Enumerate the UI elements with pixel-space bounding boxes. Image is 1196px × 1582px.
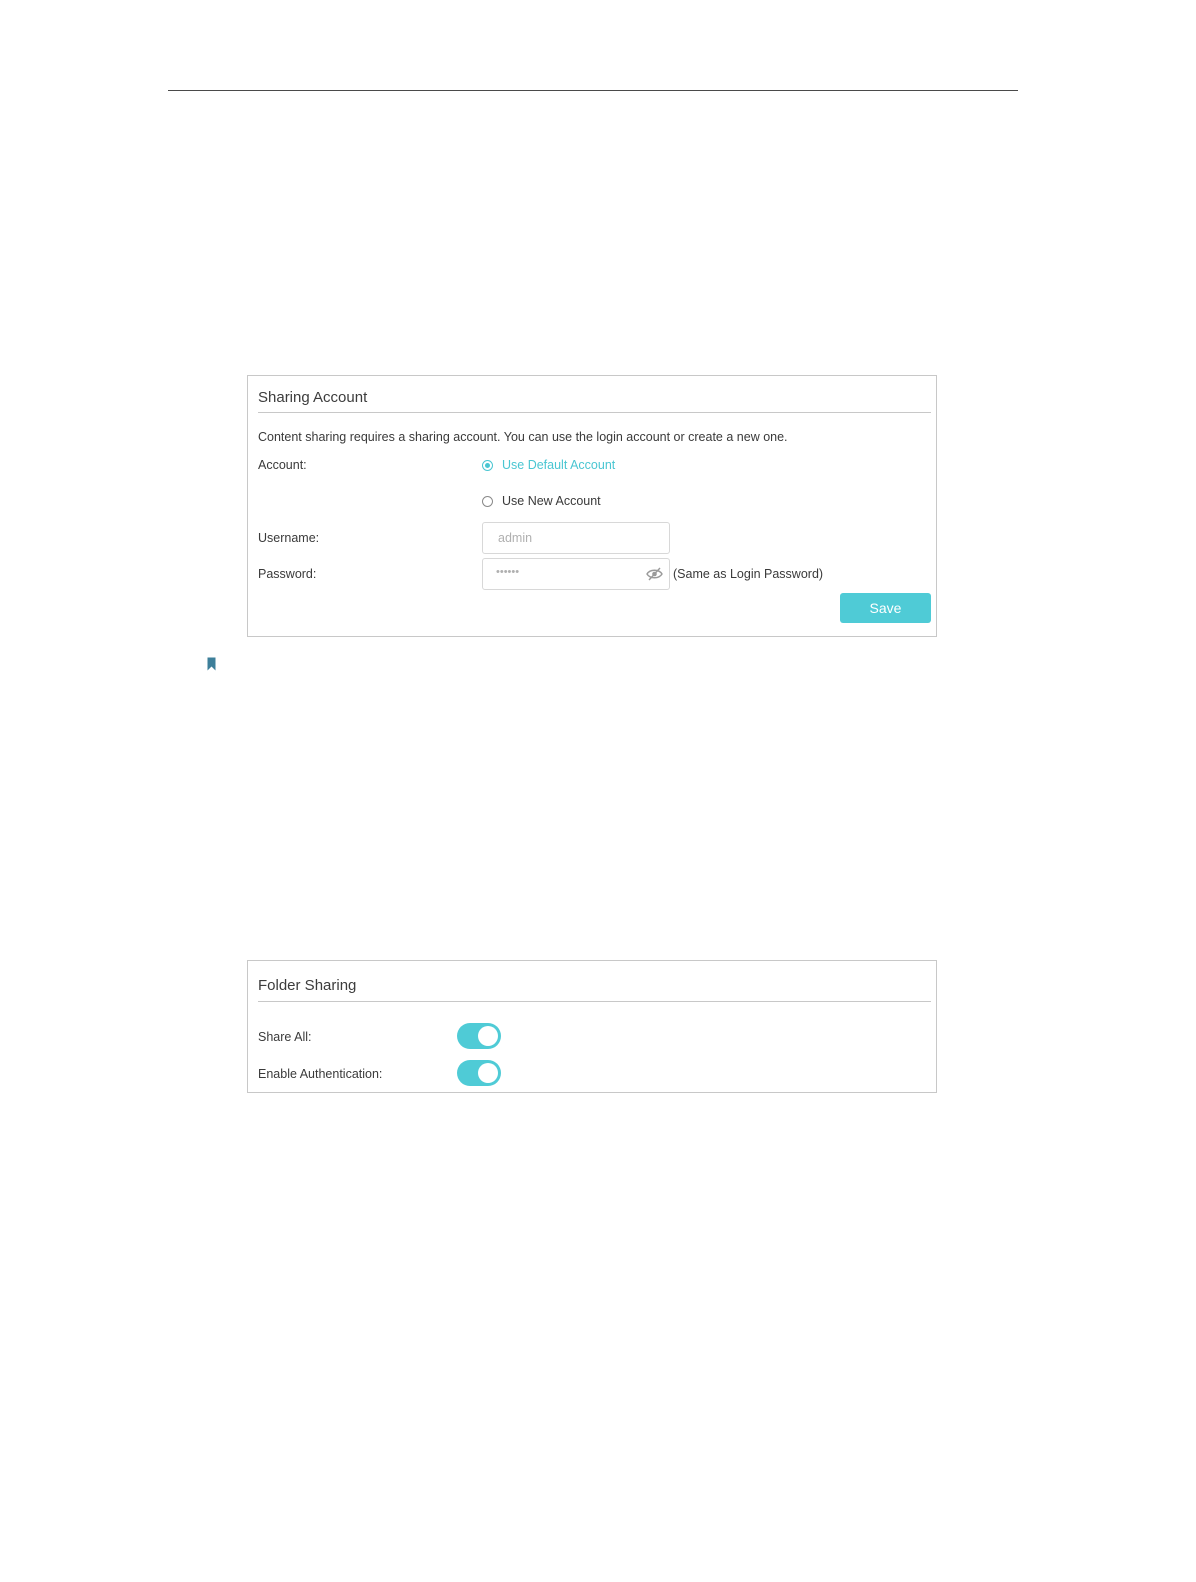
password-input[interactable]: •••••• (482, 558, 670, 590)
panel-title: Sharing Account (258, 389, 368, 406)
radio-default-label[interactable]: Use Default Account (502, 458, 615, 472)
password-note: (Same as Login Password) (673, 567, 824, 581)
radio-new-account[interactable] (482, 496, 493, 507)
username-label: Username: (258, 531, 320, 545)
enable-authentication-label: Enable Authentication: (258, 1067, 383, 1081)
password-label: Password: (258, 567, 317, 581)
note-bookmark-icon (207, 657, 216, 671)
toggle-knob (478, 1063, 498, 1083)
account-label: Account: (258, 458, 307, 472)
share-all-label: Share All: (258, 1030, 312, 1044)
save-button[interactable]: Save (840, 593, 931, 623)
sharing-description: Content sharing requires a sharing accou… (258, 430, 788, 444)
enable-authentication-toggle[interactable] (457, 1060, 501, 1086)
folder-sharing-panel: Folder Sharing Share All: Enable Authent… (247, 960, 937, 1093)
panel-divider (258, 1001, 931, 1002)
username-value: admin (498, 531, 533, 545)
page-header-rule (168, 90, 1018, 91)
username-input[interactable]: admin (482, 522, 670, 554)
radio-default-account[interactable] (482, 460, 493, 471)
share-all-toggle[interactable] (457, 1023, 501, 1049)
toggle-knob (478, 1026, 498, 1046)
panel-divider (258, 412, 931, 413)
password-value: •••••• (496, 566, 520, 578)
eye-hidden-icon[interactable] (646, 567, 663, 581)
sharing-account-panel: Sharing Account Content sharing requires… (247, 375, 937, 637)
radio-new-label[interactable]: Use New Account (502, 494, 601, 508)
panel-title: Folder Sharing (258, 977, 357, 994)
